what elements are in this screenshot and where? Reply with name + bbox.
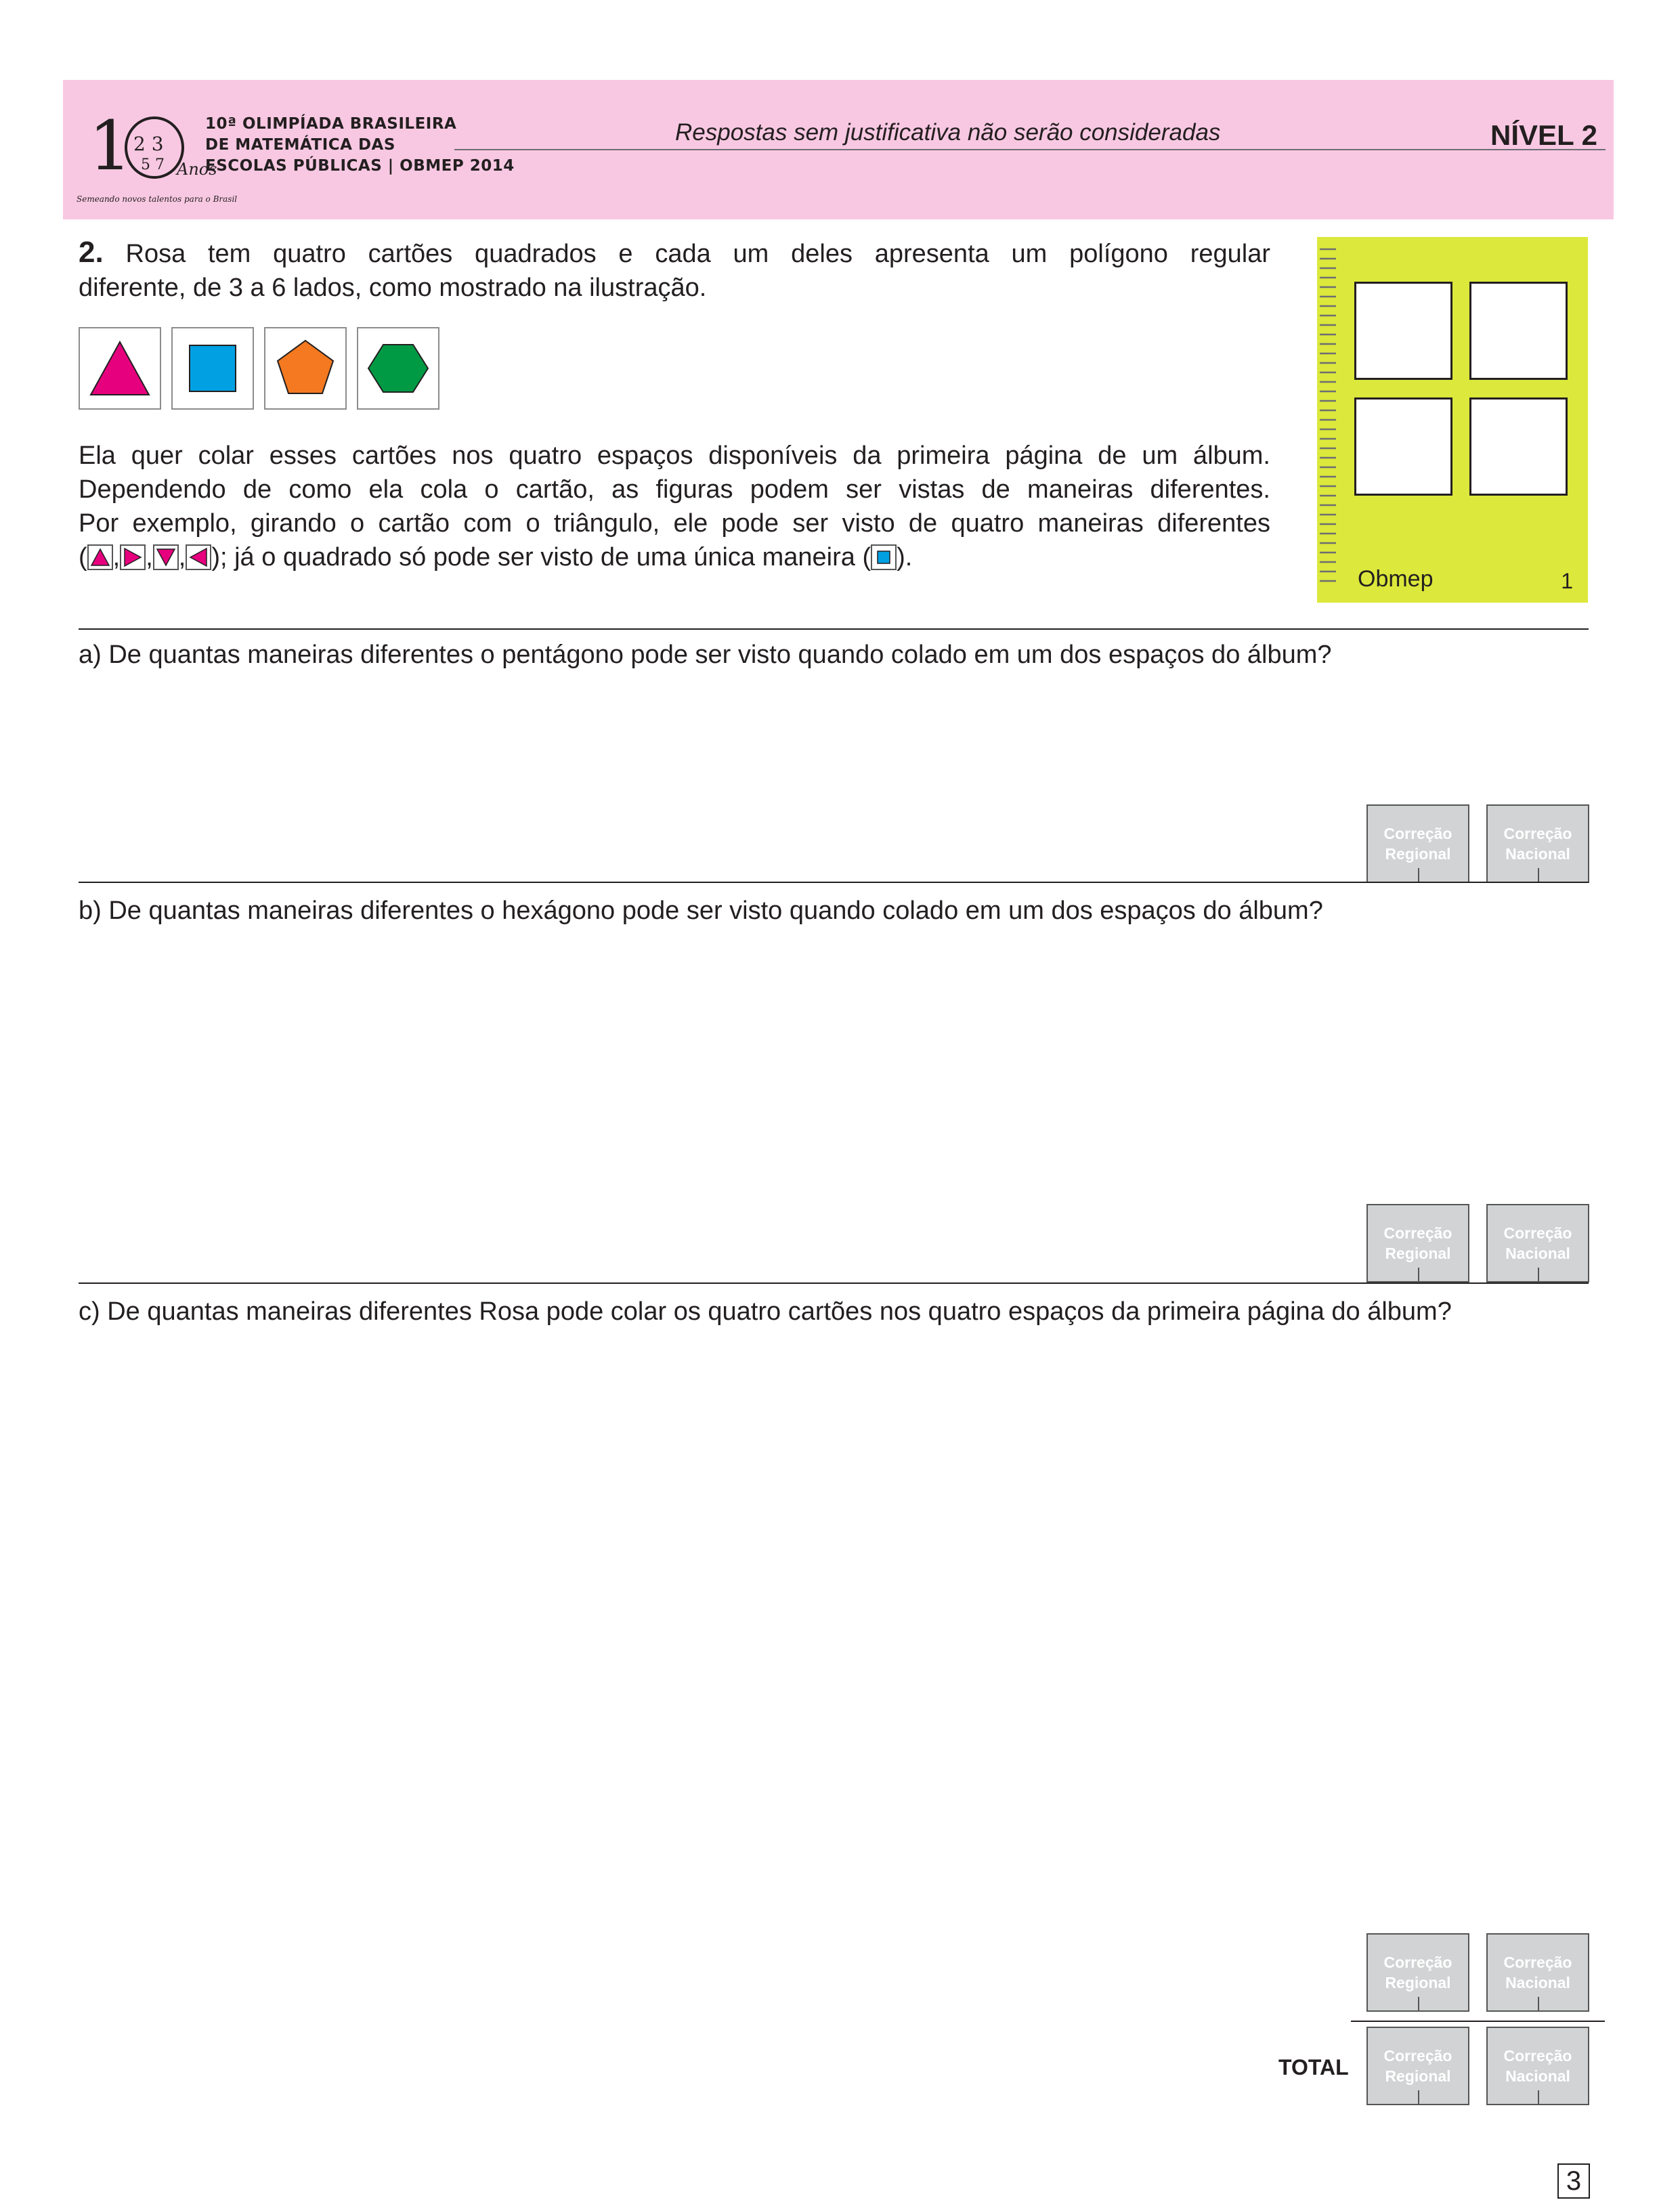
grade-box-national-total[interactable]: Correção Nacional xyxy=(1486,2027,1589,2105)
org-line-3: ESCOLAS PÚBLICAS | OBMEP 2014 xyxy=(205,157,515,175)
separator: , xyxy=(112,543,121,571)
divider-b xyxy=(79,882,1589,883)
grade-label-1: Correção xyxy=(1383,1954,1452,1971)
body-line-4-close: ). xyxy=(897,543,913,571)
divider-c xyxy=(79,1282,1589,1284)
grade-label-2: Regional xyxy=(1385,1974,1451,1991)
triangle-down-mini xyxy=(152,544,179,570)
hexagon-icon xyxy=(367,344,429,393)
triangle-up-mini xyxy=(87,544,113,570)
svg-text:5 7: 5 7 xyxy=(141,156,165,173)
question-number: 2. xyxy=(79,236,104,269)
grade-label-1: Correção xyxy=(1383,2047,1452,2065)
triangle-icon xyxy=(89,340,150,395)
grade-tick xyxy=(1538,1997,1539,2010)
problem-body-line-2: Dependendo de como ela cola o cartão, as… xyxy=(79,475,1270,504)
total-label: TOTAL xyxy=(1278,2055,1349,2079)
grade-box-regional-a[interactable]: Correção Regional xyxy=(1366,804,1469,883)
question-b: b) De quantas maneiras diferentes o hexá… xyxy=(79,897,1323,925)
grade-box-national-b[interactable]: Correção Nacional xyxy=(1486,1204,1589,1282)
grade-tick xyxy=(1538,1268,1539,1281)
album-title: Obmep xyxy=(1358,566,1434,592)
album-illustration: Obmep 1 xyxy=(1317,237,1588,603)
grade-label-1: Correção xyxy=(1503,2047,1572,2065)
grade-tick xyxy=(1418,1268,1419,1281)
organization-name: 10ª OLIMPÍADA BRASILEIRA DE MATEMÁTICA D… xyxy=(205,114,515,177)
paren-open: ( xyxy=(79,543,87,571)
grade-label-2: Nacional xyxy=(1505,1974,1570,1991)
grade-label-1: Correção xyxy=(1383,1224,1452,1242)
body-line-4-middle: ); já o quadrado só pode ser visto de um… xyxy=(211,543,871,571)
square-icon xyxy=(189,345,236,392)
org-line-1: 10ª OLIMPÍADA BRASILEIRA xyxy=(205,115,457,133)
grade-tick xyxy=(1418,1997,1419,2010)
pentagon-card xyxy=(264,327,347,410)
album-slot-2 xyxy=(1469,282,1568,380)
triangle-right-mini xyxy=(120,544,146,570)
grade-tick xyxy=(1418,2090,1419,2104)
divider-a xyxy=(79,628,1589,630)
grade-box-regional-c[interactable]: Correção Regional xyxy=(1366,1933,1469,2012)
org-line-2: DE MATEMÁTICA DAS xyxy=(205,136,395,154)
grade-box-regional-total[interactable]: Correção Regional xyxy=(1366,2027,1469,2105)
level-label: NÍVEL 2 xyxy=(1490,119,1597,151)
separator: , xyxy=(146,543,153,571)
svg-text:2 3: 2 3 xyxy=(133,133,164,155)
grade-label-2: Nacional xyxy=(1505,1245,1570,1262)
grade-label-1: Correção xyxy=(1383,825,1452,842)
triangle-left-mini xyxy=(186,544,212,570)
album-slot-4 xyxy=(1469,397,1568,496)
grade-box-regional-b[interactable]: Correção Regional xyxy=(1366,1204,1469,1282)
problem-body-line-4: (,,, ); já o quadrado só pode ser visto d… xyxy=(79,540,1270,574)
separator: , xyxy=(178,543,186,571)
grade-tick xyxy=(1538,868,1539,882)
album-slot-3 xyxy=(1354,397,1452,496)
album-slot-1 xyxy=(1354,282,1452,380)
grade-label-2: Regional xyxy=(1385,845,1451,863)
grade-label-1: Correção xyxy=(1503,1954,1572,1971)
grade-tick xyxy=(1538,2090,1539,2104)
grade-label-1: Correção xyxy=(1503,1224,1572,1242)
pentagon-icon xyxy=(276,339,335,394)
grade-label-2: Nacional xyxy=(1505,845,1570,863)
grade-label-2: Regional xyxy=(1385,2067,1451,2085)
square-mini xyxy=(871,544,897,570)
grade-label-2: Regional xyxy=(1385,1245,1451,1262)
problem-intro-line-1: 2. Rosa tem quatro cartões quadrados e c… xyxy=(79,236,1270,271)
page-number: 3 xyxy=(1557,2163,1590,2199)
grade-tick xyxy=(1418,868,1419,882)
header-band: 1 2 3 5 7 Anos Semeando novos talentos p… xyxy=(63,80,1614,219)
justification-notice: Respostas sem justificativa não serão co… xyxy=(675,119,1221,146)
grade-box-national-c[interactable]: Correção Nacional xyxy=(1486,1933,1589,2012)
question-a: a) De quantas maneiras diferentes o pent… xyxy=(79,641,1332,669)
question-c: c) De quantas maneiras diferentes Rosa p… xyxy=(79,1297,1452,1326)
grade-label-1: Correção xyxy=(1503,825,1572,842)
square-card xyxy=(171,327,254,410)
grade-box-national-a[interactable]: Correção Nacional xyxy=(1486,804,1589,883)
triangle-card xyxy=(79,327,161,410)
problem-body-line-3: Por exemplo, girando o cartão com o triâ… xyxy=(79,509,1270,538)
svg-text:Semeando novos talentos para o: Semeando novos talentos para o Brasil xyxy=(77,194,237,204)
spiral-binding-icon xyxy=(1320,248,1336,582)
problem-body-line-1: Ela quer colar esses cartões nos quatro … xyxy=(79,441,1270,470)
header-divider xyxy=(454,149,1606,150)
intro-text-1: Rosa tem quatro cartões quadrados e cada… xyxy=(125,240,1271,268)
problem-intro-line-2: diferente, de 3 a 6 lados, como mostrado… xyxy=(79,274,707,302)
album-page-number: 1 xyxy=(1561,569,1573,593)
grade-label-2: Nacional xyxy=(1505,2067,1570,2085)
total-divider xyxy=(1351,2021,1605,2022)
hexagon-card xyxy=(357,327,439,410)
